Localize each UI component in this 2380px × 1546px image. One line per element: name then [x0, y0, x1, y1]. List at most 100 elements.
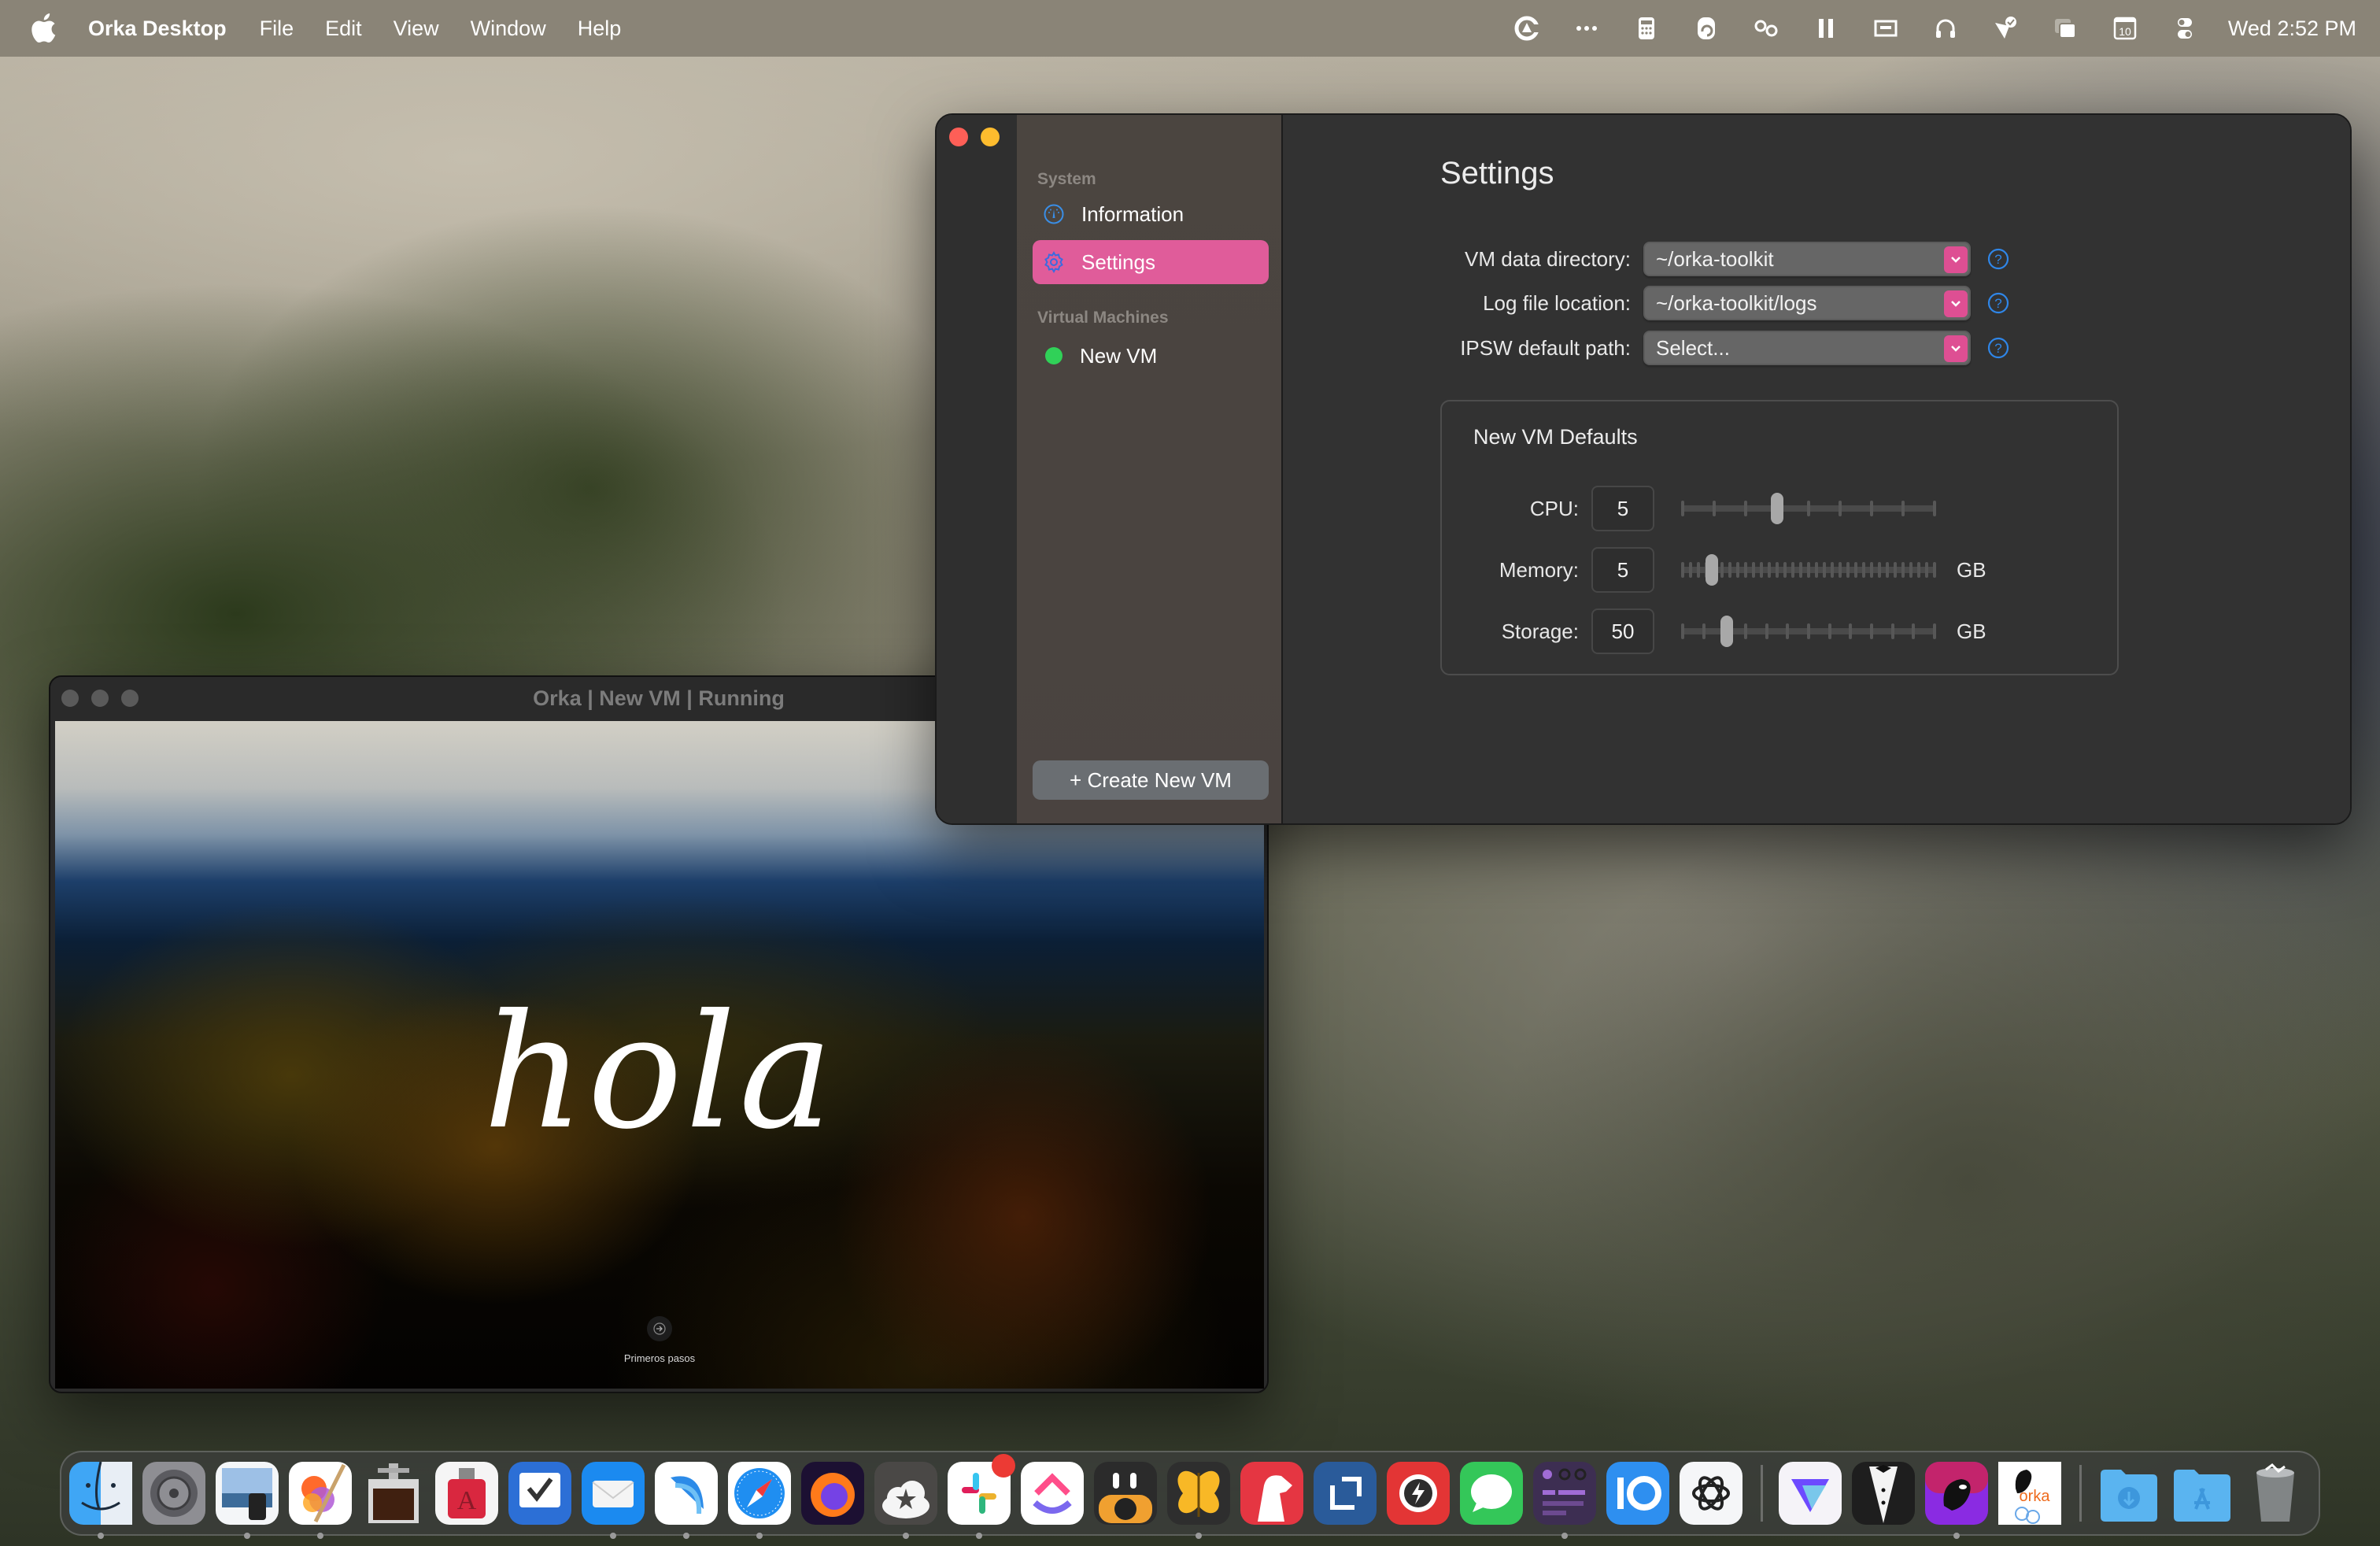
menu-file[interactable]: File: [260, 17, 294, 41]
chevron-down-icon[interactable]: [1944, 246, 1968, 273]
log-file-location-select[interactable]: ~/orka-toolkit/logs: [1643, 286, 1971, 320]
dock-app-reeder[interactable]: [874, 1462, 937, 1539]
cpu-input[interactable]: 5: [1591, 486, 1654, 531]
ipsw-default-path-row: IPSW default path: Select... ?: [1283, 330, 2010, 366]
storage-input[interactable]: 50: [1591, 608, 1654, 654]
help-icon[interactable]: ?: [1986, 247, 2010, 271]
slider-tick: [1783, 562, 1787, 578]
dock-app-screens[interactable]: [1314, 1462, 1377, 1525]
display-icon[interactable]: [1871, 13, 1901, 43]
storage-slider[interactable]: [1681, 616, 1936, 647]
sidebar: System Information Settings Virtual Mach…: [1017, 115, 1283, 823]
firefox-icon: [801, 1462, 864, 1525]
dock-app-proton-vpn[interactable]: [1779, 1462, 1842, 1525]
get-started-button[interactable]: Primeros pasos: [55, 1316, 1264, 1364]
sync-icon[interactable]: [1691, 13, 1721, 43]
dock-app-orka-desktop[interactable]: orka: [1998, 1462, 2061, 1525]
slider-tick: [1878, 562, 1881, 578]
menu-help[interactable]: Help: [578, 17, 622, 41]
slider-tick: [1933, 623, 1936, 639]
dock-folder-downloads[interactable]: [2097, 1462, 2160, 1525]
slider-tick: [1776, 562, 1779, 578]
more-icon[interactable]: [1572, 13, 1602, 43]
sidebar-item-new-vm[interactable]: New VM: [1033, 334, 1269, 378]
bear-icon: [1240, 1462, 1303, 1525]
dock-folder-trash[interactable]: [2244, 1462, 2307, 1525]
slider-thumb[interactable]: [1705, 554, 1718, 586]
menu-edit[interactable]: Edit: [325, 17, 362, 41]
dock-app-messages[interactable]: [1460, 1462, 1523, 1525]
slider-tick: [1933, 501, 1936, 516]
dock-app-quick-search[interactable]: [1387, 1462, 1450, 1525]
dock-app-orka[interactable]: [1925, 1462, 1988, 1539]
dock-app-finder[interactable]: [69, 1462, 132, 1539]
dock-app-pixelmator-pro[interactable]: [289, 1462, 352, 1539]
creative-cloud-icon[interactable]: [1512, 13, 1542, 43]
slider-tick: [1807, 562, 1810, 578]
slider-tick: [1728, 562, 1731, 578]
calculator-icon[interactable]: [1632, 13, 1661, 43]
dock-app-migration-app[interactable]: [655, 1462, 718, 1539]
dock-app-chatgpt[interactable]: [1680, 1462, 1743, 1525]
ipsw-default-path-select[interactable]: Select...: [1643, 331, 1971, 365]
dock-app-mimestream[interactable]: [1094, 1462, 1157, 1525]
menu-window[interactable]: Window: [471, 17, 546, 41]
memory-input[interactable]: 5: [1591, 547, 1654, 593]
mail-icon: [582, 1462, 645, 1525]
dock-app-notes-app[interactable]: [1533, 1462, 1596, 1539]
apple-menu-icon[interactable]: [31, 13, 58, 43]
dock-app-mail[interactable]: [582, 1462, 645, 1539]
slider-tick: [1894, 562, 1897, 578]
sidebar-item-information[interactable]: Information: [1033, 192, 1269, 236]
sidebar-item-settings[interactable]: Settings: [1033, 240, 1269, 284]
slider-thumb[interactable]: [1770, 493, 1783, 524]
dock-app-image-capture[interactable]: [362, 1462, 425, 1525]
glasses-icon[interactable]: [1751, 13, 1781, 43]
memory-slider[interactable]: [1681, 554, 1936, 586]
dock-app-firefox[interactable]: [801, 1462, 864, 1525]
minimize-button[interactable]: [981, 128, 1000, 146]
headphones-icon[interactable]: [1931, 13, 1961, 43]
dock-app-tes[interactable]: [1167, 1462, 1230, 1539]
menubar-clock[interactable]: Wed 2:52 PM: [2228, 17, 2356, 41]
close-button[interactable]: [949, 128, 968, 146]
tes-icon: [1167, 1462, 1230, 1525]
memory-unit: GB: [1957, 557, 1986, 582]
dock-app-preview[interactable]: [216, 1462, 279, 1539]
dock-app-io[interactable]: [1606, 1462, 1669, 1525]
memory-row: Memory: 5 GB: [1442, 546, 1986, 594]
slider-tick: [1799, 562, 1802, 578]
slider-tick: [1870, 501, 1873, 516]
control-center-icon[interactable]: [2170, 13, 2200, 43]
orka-icon: [1925, 1462, 1988, 1525]
dock-app-textsoap[interactable]: A: [435, 1462, 498, 1525]
checkmark-icon[interactable]: [1990, 13, 2020, 43]
dock-app-clickup[interactable]: [1021, 1462, 1084, 1525]
slider-thumb[interactable]: [1720, 616, 1734, 647]
dock-app-slack[interactable]: [948, 1454, 1015, 1539]
create-new-vm-button[interactable]: + Create New VM: [1033, 760, 1269, 800]
dock-app-safari[interactable]: [728, 1462, 791, 1539]
help-icon[interactable]: ?: [1986, 291, 2010, 315]
calendar-date-icon[interactable]: 10: [2110, 13, 2140, 43]
help-icon[interactable]: ?: [1986, 336, 2010, 360]
chevron-down-icon[interactable]: [1944, 290, 1968, 317]
running-indicator: [610, 1533, 616, 1539]
slider-tick: [1689, 562, 1692, 578]
slider-tick: [1839, 562, 1842, 578]
menu-app-name[interactable]: Orka Desktop: [88, 17, 227, 41]
dock-app-bartender[interactable]: [1852, 1462, 1915, 1525]
menu-view[interactable]: View: [394, 17, 439, 41]
vm-data-directory-select[interactable]: ~/orka-toolkit: [1643, 242, 1971, 276]
dock-separator: [2079, 1465, 2082, 1522]
cpu-slider[interactable]: [1681, 493, 1936, 524]
dock-app-omnifocus[interactable]: [508, 1462, 571, 1525]
dock-app-system-settings[interactable]: [142, 1462, 205, 1525]
vm-data-directory-row: VM data directory: ~/orka-toolkit ?: [1283, 241, 2010, 277]
arrow-right-icon[interactable]: [647, 1316, 672, 1341]
dock-app-bear[interactable]: [1240, 1462, 1303, 1525]
dock-folder-applications[interactable]: [2171, 1462, 2234, 1525]
chevron-down-icon[interactable]: [1944, 335, 1968, 362]
pause-icon[interactable]: [1811, 13, 1841, 43]
window-stack-icon[interactable]: [2050, 13, 2080, 43]
